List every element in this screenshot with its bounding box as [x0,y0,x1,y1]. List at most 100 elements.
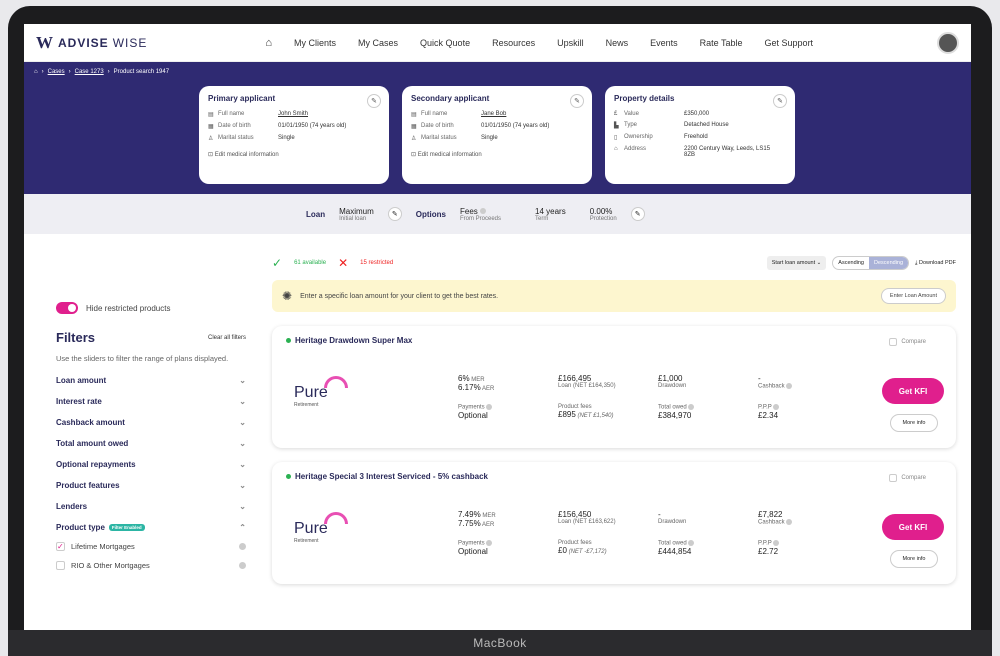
filter-cashback[interactable]: Cashback amount ⌄ [56,418,246,427]
filter-product-type[interactable]: Product type Filter Enabled ⌃ [56,523,246,532]
full-name-link[interactable]: John Smith [278,111,308,117]
enter-loan-amount-button[interactable]: Enter Loan Amount [880,288,946,304]
breadcrumb-current: Product search 1947 [113,69,170,75]
home-icon[interactable]: ⌂ [265,37,272,49]
brand-logo[interactable]: W ADVISE WISE [36,33,147,53]
fees-value: Fees [460,206,478,216]
info-icon[interactable] [486,540,493,546]
brand-name-b: WISE [112,35,148,50]
available-count: 61 available [294,260,327,266]
lender-logo: Pure Retirement [294,512,348,544]
field-label: Address [624,146,647,152]
edit-loan-icon[interactable]: ✎ [387,207,402,221]
nav-my-clients[interactable]: My Clients [294,38,336,48]
product-card: Heritage Special 3 Interest Serviced - 5… [272,462,956,584]
nav-quick-quote[interactable]: Quick Quote [420,38,470,48]
fees-value: £895 [558,410,576,419]
cross-icon: ✕ [338,256,349,270]
clear-filters-button[interactable]: Clear all filters [208,335,246,341]
id-card-icon: ▤ [208,112,214,118]
laptop-chin: MacBook [8,630,992,656]
term-sub: Term [535,215,549,222]
edit-pencil-icon[interactable]: ✎ [367,94,381,108]
edit-medical-link[interactable]: ⊡ Edit medical information [208,151,380,158]
sort-descending[interactable]: Descending [868,257,909,269]
tip-text: Enter a specific loan amount for your cl… [300,292,499,300]
card-title: Primary applicant [208,94,276,103]
sort-select[interactable]: Start loan amount ⌄ [766,256,827,270]
more-info-button[interactable]: More info [890,414,938,432]
nav-resources[interactable]: Resources [492,38,535,48]
drawdown-value: - [658,510,661,519]
nav-rate-table[interactable]: Rate Table [700,38,743,48]
option-rio[interactable]: RIO & Other Mortgages [56,561,246,571]
aer-value: 6.17% [458,383,481,392]
compare-checkbox[interactable]: Compare [889,474,926,482]
filter-sidebar: Hide restricted products Filters Clear a… [56,302,246,571]
info-icon[interactable] [688,540,695,546]
field-label: Full name [218,111,245,117]
chevron-down-icon: ⌄ [239,460,246,470]
sort-order-toggle: Ascending Descending [832,256,910,270]
more-info-button[interactable]: More info [890,550,938,568]
full-name-link[interactable]: Jane Bob [481,111,506,117]
primary-applicant-card: Primary applicant ✎ ▤ Full name John Smith… [199,86,389,184]
field-label: Full name [421,111,448,117]
edit-pencil-icon[interactable]: ✎ [570,94,584,108]
hide-restricted-toggle[interactable] [56,302,78,314]
filter-product-features[interactable]: Product features ⌄ [56,481,246,490]
field-label: Marital status [421,135,457,141]
checkbox[interactable] [56,561,65,571]
info-icon[interactable] [786,519,793,525]
rainbow-icon [324,512,348,524]
info-icon[interactable] [786,383,793,389]
filter-total-owed[interactable]: Total amount owed ⌄ [56,439,246,448]
nav-get-support[interactable]: Get Support [765,38,814,48]
checkbox-checked[interactable]: ✓ [56,542,65,552]
results-panel: ✓ 61 available ✕ 15 restricted Start loan … [272,256,956,584]
breadcrumb-case[interactable]: Case 1273 [75,69,104,75]
cashback-value: - [758,374,761,383]
product-card: Heritage Drawdown Super Max Compare Pure… [272,326,956,448]
home-icon[interactable]: ⌂ [34,69,38,75]
ppp-value: £2.72 [758,546,779,556]
download-pdf-button[interactable]: ⤓ Download PDF [915,260,956,267]
field-value: Single [278,135,295,141]
info-icon[interactable] [773,404,780,410]
info-icon[interactable] [486,404,493,410]
info-icon[interactable] [239,543,246,551]
product-name[interactable]: Heritage Drawdown Super Max [295,336,412,345]
filter-optional-repayments[interactable]: Optional repayments ⌄ [56,460,246,469]
property-details-card: Property details ✎ £ Value £350,000 ▙ Type D… [605,86,795,184]
compare-checkbox[interactable]: Compare [889,338,926,346]
nav-upskill[interactable]: Upskill [557,38,584,48]
nav-events[interactable]: Events [650,38,678,48]
filters-header: Filters Clear all filters [56,330,246,345]
sort-ascending[interactable]: Ascending [833,257,869,269]
filter-lenders[interactable]: Lenders ⌄ [56,502,246,511]
breadcrumb-cases[interactable]: Cases [48,69,65,75]
get-kfi-button[interactable]: Get KFI [882,378,944,404]
product-name[interactable]: Heritage Special 3 Interest Serviced - 5… [295,472,488,481]
filter-loan-amount[interactable]: Loan amount ⌄ [56,376,246,385]
term-value: 14 years [535,206,566,216]
info-icon[interactable] [239,562,246,570]
info-icon[interactable] [480,208,487,215]
info-icon[interactable] [688,404,695,410]
nav-news[interactable]: News [606,38,629,48]
option-lifetime[interactable]: ✓ Lifetime Mortgages [56,542,246,552]
get-kfi-button[interactable]: Get KFI [882,514,944,540]
building-icon: ▙ [614,123,619,129]
chevron-up-icon: ⌃ [239,523,246,533]
sort-controls: Start loan amount ⌄ Ascending Descending… [766,256,956,270]
chevron-down-icon: ⌄ [239,481,246,491]
edit-options-icon[interactable]: ✎ [630,207,645,221]
nav-my-cases[interactable]: My Cases [358,38,398,48]
edit-pencil-icon[interactable]: ✎ [773,94,787,108]
filter-interest-rate[interactable]: Interest rate ⌄ [56,397,246,406]
status-dot [286,338,291,343]
info-icon[interactable] [773,540,780,546]
edit-medical-link[interactable]: ⊡ Edit medical information [411,151,583,158]
user-icon: ♙ [411,136,417,142]
avatar[interactable] [937,31,959,54]
